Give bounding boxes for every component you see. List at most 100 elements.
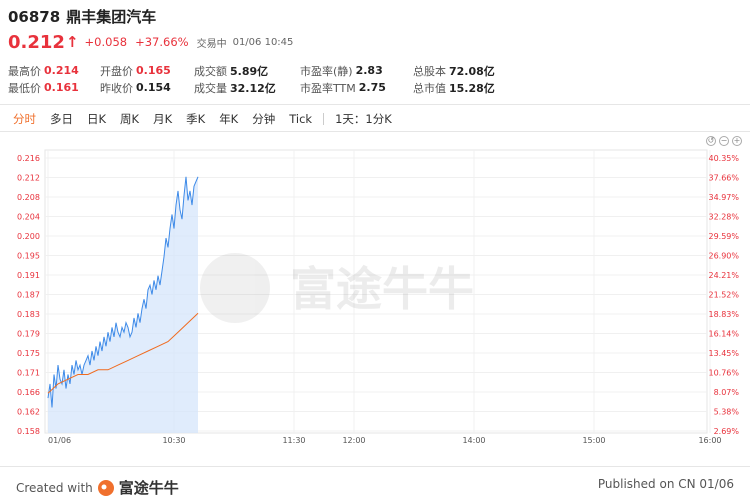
stat-value: 5.89亿 (230, 64, 269, 78)
published-info: Published on CN 01/06 (597, 477, 734, 491)
x-tick-label: 01/06 (48, 436, 71, 445)
percent-tick-label: 21.52% (708, 291, 739, 300)
y-tick-label: 0.179 (17, 330, 40, 339)
stock-code: 06878 (8, 8, 61, 26)
divider (0, 104, 750, 105)
stat-turnover: 成交额 5.89亿 (194, 63, 300, 79)
stat-value: 2.83 (355, 64, 383, 77)
y-tick-label: 0.158 (17, 427, 40, 436)
futu-logo-icon (97, 479, 114, 496)
x-tick-label: 16:00 (698, 436, 721, 445)
trading-status: 交易中 (196, 38, 227, 50)
quote-time: 01/06 10:45 (232, 36, 294, 48)
y-tick-label: 0.187 (17, 291, 40, 300)
percent-tick-label: 18.83% (708, 310, 739, 319)
x-axis: 01/06 10:30 11:30 12:00 14:00 15:00 16:00 (48, 436, 722, 445)
y-tick-label: 0.200 (17, 232, 40, 241)
stat-value: 32.12亿 (230, 81, 276, 95)
stat-label: 总市值 (413, 81, 446, 95)
x-tick-label: 10:30 (162, 436, 185, 445)
tab-weekly-k[interactable]: 周K (113, 107, 146, 131)
x-tick-label: 15:00 (582, 436, 605, 445)
intraday-chart[interactable]: 富途牛牛 0.216 0.212 0.208 0.204 0.200 0.195 0.191… (0, 133, 750, 463)
y-tick-label: 0.216 (17, 154, 40, 163)
stat-label: 最低价 (8, 81, 41, 95)
stock-price: 0.212 (8, 31, 65, 53)
stock-header: 06878 鼎丰集团汽车 0.212 ↑ +0.058 +37.66% 交易中 … (8, 6, 742, 54)
percent-tick-label: 37.66% (708, 174, 739, 183)
stat-high: 最高价 0.214 (8, 63, 100, 79)
up-arrow-icon: ↑ (65, 33, 79, 51)
watermark-text: 富途牛牛 (290, 262, 474, 316)
stat-label: 市盈率(静) (300, 64, 353, 78)
tab-separator (323, 113, 325, 125)
y-tick-label: 0.183 (17, 310, 40, 319)
y-tick-label: 0.191 (17, 271, 40, 280)
x-tick-label: 14:00 (462, 436, 485, 445)
y-tick-label: 0.204 (17, 213, 40, 222)
stat-open: 开盘价 0.165 (100, 63, 194, 79)
stat-market-cap: 总市值 15.28亿 (413, 80, 533, 96)
stat-label: 昨收价 (100, 81, 133, 95)
stat-pe-static: 市盈率(静) 2.83 (300, 63, 413, 79)
tab-interval[interactable]: 1天：1分K (328, 107, 399, 131)
percent-tick-label: 13.45% (708, 349, 739, 358)
y-tick-label: 0.212 (17, 174, 40, 183)
y-tick-label: 0.166 (17, 388, 40, 397)
stat-low: 最低价 0.161 (8, 80, 100, 96)
stat-pe-ttm: 市盈率TTM 2.75 (300, 80, 413, 96)
percent-tick-label: 34.97% (708, 193, 739, 202)
percent-tick-label: 2.69% (714, 427, 740, 436)
tab-tick[interactable]: Tick (282, 107, 319, 131)
stat-label: 成交量 (194, 81, 227, 95)
percent-tick-label: 26.90% (708, 252, 739, 261)
percent-tick-label: 10.76% (708, 369, 739, 378)
stat-total-shares: 总股本 72.08亿 (413, 63, 533, 79)
price-change: +0.058 (84, 35, 128, 49)
stat-label: 开盘价 (100, 64, 133, 78)
stats-panel: 最高价 0.214 开盘价 0.165 成交额 5.89亿 市盈率(静) 2.83 总股… (8, 62, 748, 96)
divider (0, 131, 750, 132)
tab-multi-day[interactable]: 多日 (43, 107, 80, 131)
stat-value: 72.08亿 (449, 64, 495, 78)
period-tabs: 分时 多日 日K 周K 月K 季K 年K 分钟 Tick 1天：1分K (6, 107, 399, 131)
price-change-percent: +37.66% (135, 35, 189, 49)
stat-label: 总股本 (413, 64, 446, 78)
stat-label: 市盈率TTM (300, 81, 356, 95)
stat-label: 成交额 (194, 64, 227, 78)
brand-name: 富途牛牛 (118, 479, 179, 497)
created-with-label: Created with (16, 480, 93, 495)
tab-minute[interactable]: 分钟 (245, 107, 282, 131)
x-tick-label: 11:30 (282, 436, 305, 445)
stat-value: 0.214 (44, 64, 79, 77)
stat-volume: 成交量 32.12亿 (194, 80, 300, 96)
created-with: Created with 富途牛牛 (16, 477, 179, 498)
stat-value: 0.154 (136, 81, 171, 94)
percent-tick-label: 29.59% (708, 232, 739, 241)
percent-tick-label: 5.38% (714, 408, 740, 417)
tab-monthly-k[interactable]: 月K (146, 107, 179, 131)
percent-tick-label: 16.14% (708, 330, 739, 339)
stats-row-1: 最高价 0.214 开盘价 0.165 成交额 5.89亿 市盈率(静) 2.83 总股… (8, 62, 748, 79)
footer: Created with 富途牛牛 Published on CN 01/06 (0, 466, 750, 504)
percent-tick-label: 32.28% (708, 213, 739, 222)
stat-value: 0.165 (136, 64, 171, 77)
tab-daily-k[interactable]: 日K (80, 107, 113, 131)
tab-intraday[interactable]: 分时 (6, 107, 43, 131)
tab-quarterly-k[interactable]: 季K (179, 107, 212, 131)
tab-yearly-k[interactable]: 年K (212, 107, 245, 131)
x-tick-label: 12:00 (342, 436, 365, 445)
y-tick-label: 0.175 (17, 349, 40, 358)
stat-label: 最高价 (8, 64, 41, 78)
y-tick-label: 0.171 (17, 369, 40, 378)
stat-prev-close: 昨收价 0.154 (100, 80, 194, 96)
y-axis-price: 0.216 0.212 0.208 0.204 0.200 0.195 0.191 0.187… (17, 154, 40, 436)
stats-row-2: 最低价 0.161 昨收价 0.154 成交量 32.12亿 市盈率TTM 2.75 总… (8, 79, 748, 96)
watermark-logo-icon (200, 253, 270, 323)
stat-value: 15.28亿 (449, 81, 495, 95)
percent-tick-label: 8.07% (714, 388, 740, 397)
y-tick-label: 0.208 (17, 193, 40, 202)
stat-value: 0.161 (44, 81, 79, 94)
y-tick-label: 0.162 (17, 408, 40, 417)
y-axis-percent: 40.35% 37.66% 34.97% 32.28% 29.59% 26.90% 24.2… (708, 154, 739, 436)
